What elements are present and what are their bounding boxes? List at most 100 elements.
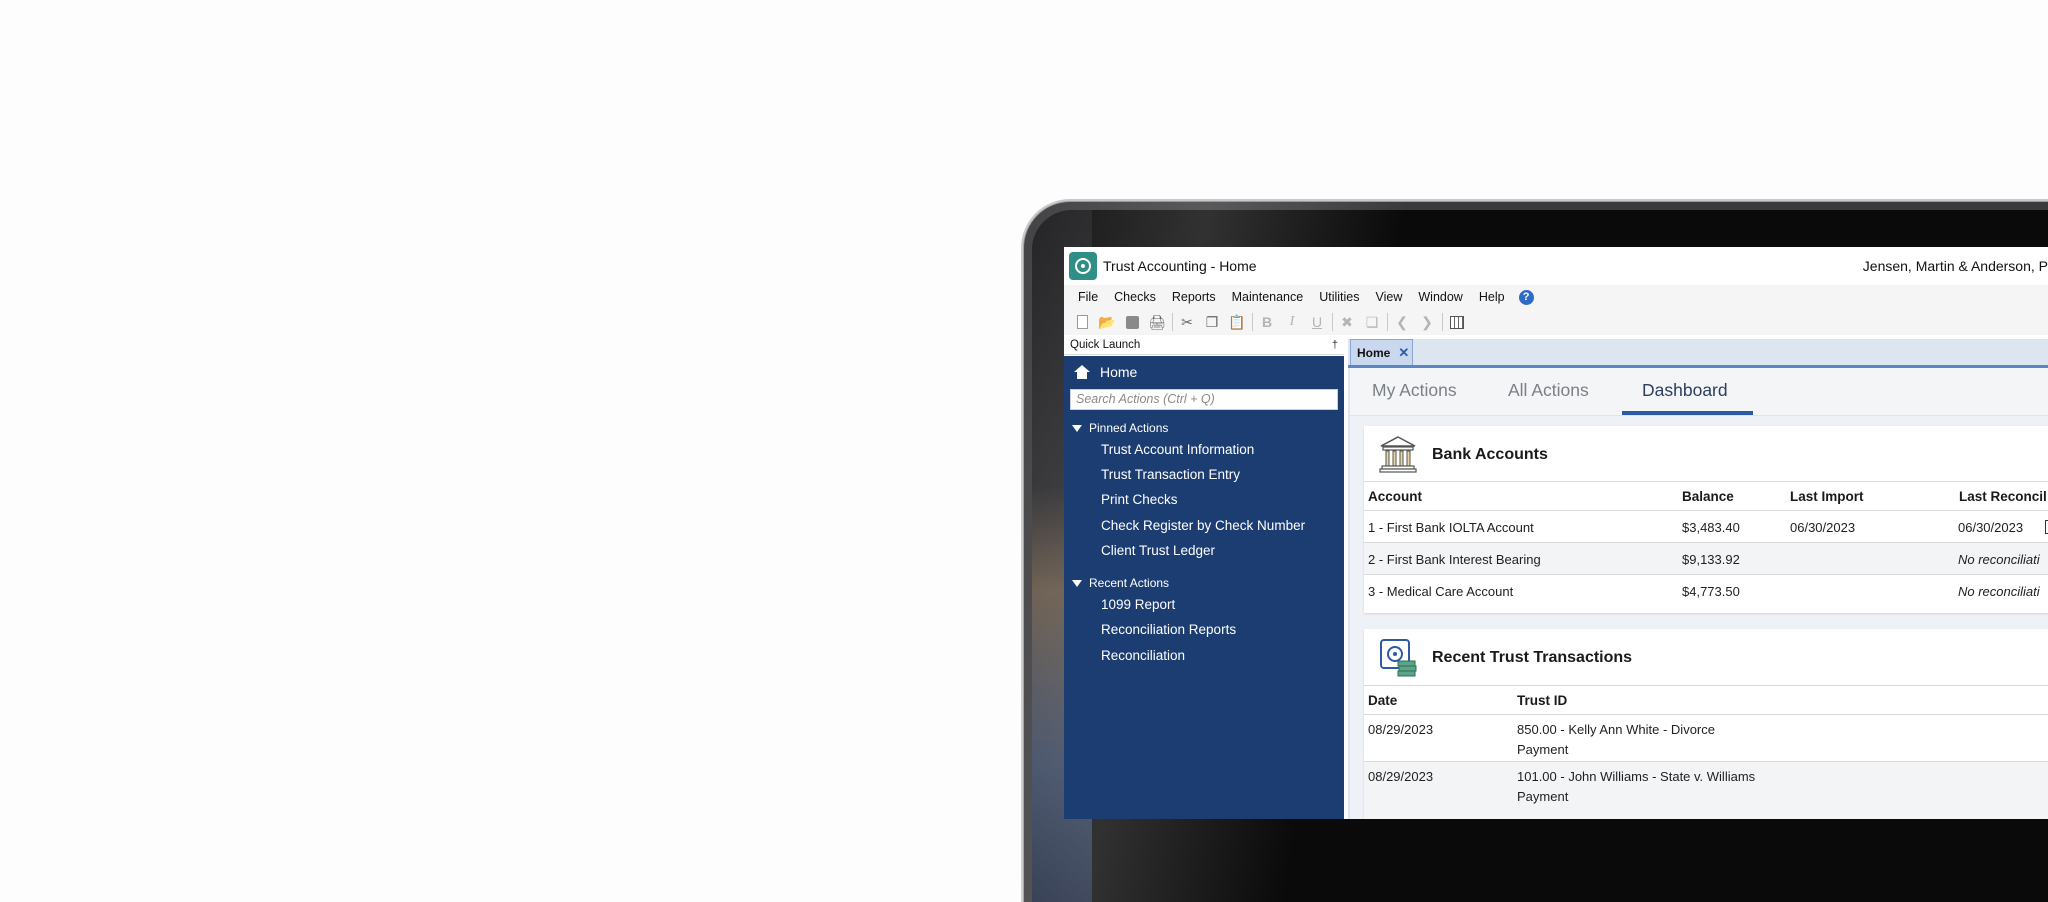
menu-file[interactable]: File xyxy=(1064,290,1106,304)
last-reconciliation: No reconciliati xyxy=(1958,584,2040,599)
quick-launch-title: Quick Launch xyxy=(1070,339,1141,351)
print-icon[interactable]: 🖨 xyxy=(1147,312,1167,332)
recent-actions-group[interactable]: Recent Actions xyxy=(1072,576,1169,590)
bank-accounts-title: Bank Accounts xyxy=(1432,446,1548,463)
menu-bar: File Checks Reports Maintenance Utilitie… xyxy=(1064,285,2048,309)
tab-all-actions[interactable]: All Actions xyxy=(1508,380,1589,401)
transaction-date: 08/29/2023 xyxy=(1368,722,1434,737)
bank-icon xyxy=(1379,436,1417,473)
toolbar-divider xyxy=(1252,313,1253,331)
pinned-action-item[interactable]: Print Checks xyxy=(1101,492,1178,507)
underline-icon[interactable]: U xyxy=(1307,312,1327,332)
recent-transactions-title: Recent Trust Transactions xyxy=(1432,649,1633,666)
copy-icon[interactable]: ❐ xyxy=(1202,312,1222,332)
quick-launch-home[interactable]: Home xyxy=(1074,364,1137,380)
tab-home[interactable]: Home ✕ xyxy=(1350,339,1413,365)
italic-icon[interactable]: I xyxy=(1282,312,1302,332)
app-logo-icon xyxy=(1069,252,1097,280)
quick-launch-header: Quick Launch † xyxy=(1064,339,1344,355)
toolbar-divider xyxy=(1387,313,1388,331)
pinned-actions-label: Pinned Actions xyxy=(1089,421,1169,435)
app-window: Trust Accounting - Home Jensen, Martin &… xyxy=(1064,247,2048,819)
tab-home-label: Home xyxy=(1357,345,1391,360)
menu-help[interactable]: Help xyxy=(1471,290,1513,304)
pinned-action-item[interactable]: Trust Account Information xyxy=(1101,442,1254,457)
new-document-icon[interactable] xyxy=(1072,312,1092,332)
account-name: 1 - First Bank IOLTA Account xyxy=(1368,520,1534,535)
close-icon[interactable]: ✕ xyxy=(1398,345,1409,361)
pin-icon[interactable]: † xyxy=(1332,339,1338,351)
transaction-description-cont: Payment xyxy=(1517,742,1569,757)
pinned-action-item[interactable]: Check Register by Check Number xyxy=(1101,518,1305,533)
menu-window[interactable]: Window xyxy=(1410,290,1470,304)
column-header-date[interactable]: Date xyxy=(1368,693,1397,708)
help-icon[interactable]: ? xyxy=(1518,289,1534,305)
transaction-description: 101.00 - John Williams - State v. Willia… xyxy=(1517,769,1756,784)
bold-icon[interactable]: B xyxy=(1257,312,1277,332)
toolbar-divider xyxy=(1332,313,1333,331)
back-icon[interactable]: ❮ xyxy=(1392,312,1412,332)
expand-triangle-icon xyxy=(1072,424,1082,432)
menu-maintenance[interactable]: Maintenance xyxy=(1224,290,1312,304)
transaction-description-cont: Payment xyxy=(1517,789,1569,804)
paste-icon[interactable]: 📋 xyxy=(1227,312,1247,332)
toolbar-divider xyxy=(1172,313,1173,331)
toolbar: 📂 🖨 ✂ ❐ 📋 B I U ✖ ❏ ❮ ❯ xyxy=(1064,309,2048,335)
divider xyxy=(1364,481,2048,482)
last-reconciliation: 06/30/2023 xyxy=(1958,520,2024,535)
account-balance: $9,133.92 xyxy=(1682,552,1740,567)
last-import: 06/30/2023 xyxy=(1790,520,1856,535)
divider xyxy=(1364,542,2048,543)
menu-checks[interactable]: Checks xyxy=(1106,290,1164,304)
recent-action-item[interactable]: 1099 Report xyxy=(1101,597,1175,612)
divider xyxy=(1364,685,2048,686)
menu-reports[interactable]: Reports xyxy=(1164,290,1224,304)
open-icon[interactable]: 📂 xyxy=(1097,312,1117,332)
account-name: 3 - Medical Care Account xyxy=(1368,584,1514,599)
column-header-balance[interactable]: Balance xyxy=(1682,489,1734,504)
toolbar-divider xyxy=(1442,313,1443,331)
menu-utilities[interactable]: Utilities xyxy=(1311,290,1367,304)
divider xyxy=(1364,761,2048,762)
calculator-icon[interactable] xyxy=(1447,312,1467,332)
window-title: Trust Accounting - Home xyxy=(1103,258,1257,274)
quick-launch-panel: Home Search Actions (Ctrl + Q) Pinned Ac… xyxy=(1064,356,1344,819)
main-area: Home ✕ My Actions All Actions Dashboard xyxy=(1348,339,2048,819)
pinned-action-item[interactable]: Trust Transaction Entry xyxy=(1101,467,1240,482)
transaction-date: 08/29/2023 xyxy=(1368,769,1434,784)
home-icon xyxy=(1074,365,1090,379)
column-header-account[interactable]: Account xyxy=(1368,489,1422,504)
tab-my-actions[interactable]: My Actions xyxy=(1372,380,1457,401)
transaction-description: 850.00 - Kelly Ann White - Divorce xyxy=(1517,722,1715,737)
forward-icon[interactable]: ❯ xyxy=(1417,312,1437,332)
duplicate-icon[interactable]: ❏ xyxy=(1362,312,1382,332)
search-actions-input[interactable]: Search Actions (Ctrl + Q) xyxy=(1070,389,1338,410)
pinned-actions-group[interactable]: Pinned Actions xyxy=(1072,421,1168,435)
save-icon[interactable] xyxy=(1122,312,1142,332)
last-reconciliation: No reconciliati xyxy=(1958,552,2040,567)
recent-actions-label: Recent Actions xyxy=(1089,576,1170,590)
column-header-last-reconciliation[interactable]: Last Reconcil xyxy=(1959,489,2047,504)
dashboard-content: My Actions All Actions Dashboard Bank Ac… xyxy=(1350,368,2048,819)
view-tabs: My Actions All Actions Dashboard xyxy=(1350,368,2048,416)
column-header-last-import[interactable]: Last Import xyxy=(1790,489,1864,504)
expand-triangle-icon xyxy=(1072,579,1082,587)
account-balance: $3,483.40 xyxy=(1682,520,1740,535)
bank-accounts-card: Bank Accounts Account Balance Last Impor… xyxy=(1364,426,2048,613)
recent-action-item[interactable]: Reconciliation Reports xyxy=(1101,622,1236,637)
home-label: Home xyxy=(1100,364,1138,380)
recent-action-item[interactable]: Reconciliation xyxy=(1101,648,1185,663)
cut-icon[interactable]: ✂ xyxy=(1177,312,1197,332)
active-tab-indicator xyxy=(1622,411,1753,415)
menu-view[interactable]: View xyxy=(1368,290,1411,304)
pinned-action-item[interactable]: Client Trust Ledger xyxy=(1101,543,1215,558)
delete-icon[interactable]: ✖ xyxy=(1337,312,1357,332)
column-header-trust-id[interactable]: Trust ID xyxy=(1517,693,1567,708)
firm-name: Jensen, Martin & Anderson, P xyxy=(1862,258,2048,274)
divider xyxy=(1364,574,2048,575)
tab-dashboard[interactable]: Dashboard xyxy=(1642,380,1728,401)
safe-icon xyxy=(1380,639,1417,677)
title-bar: Trust Accounting - Home Jensen, Martin &… xyxy=(1064,247,2048,285)
account-balance: $4,773.50 xyxy=(1682,584,1740,599)
account-name: 2 - First Bank Interest Bearing xyxy=(1368,552,1541,567)
